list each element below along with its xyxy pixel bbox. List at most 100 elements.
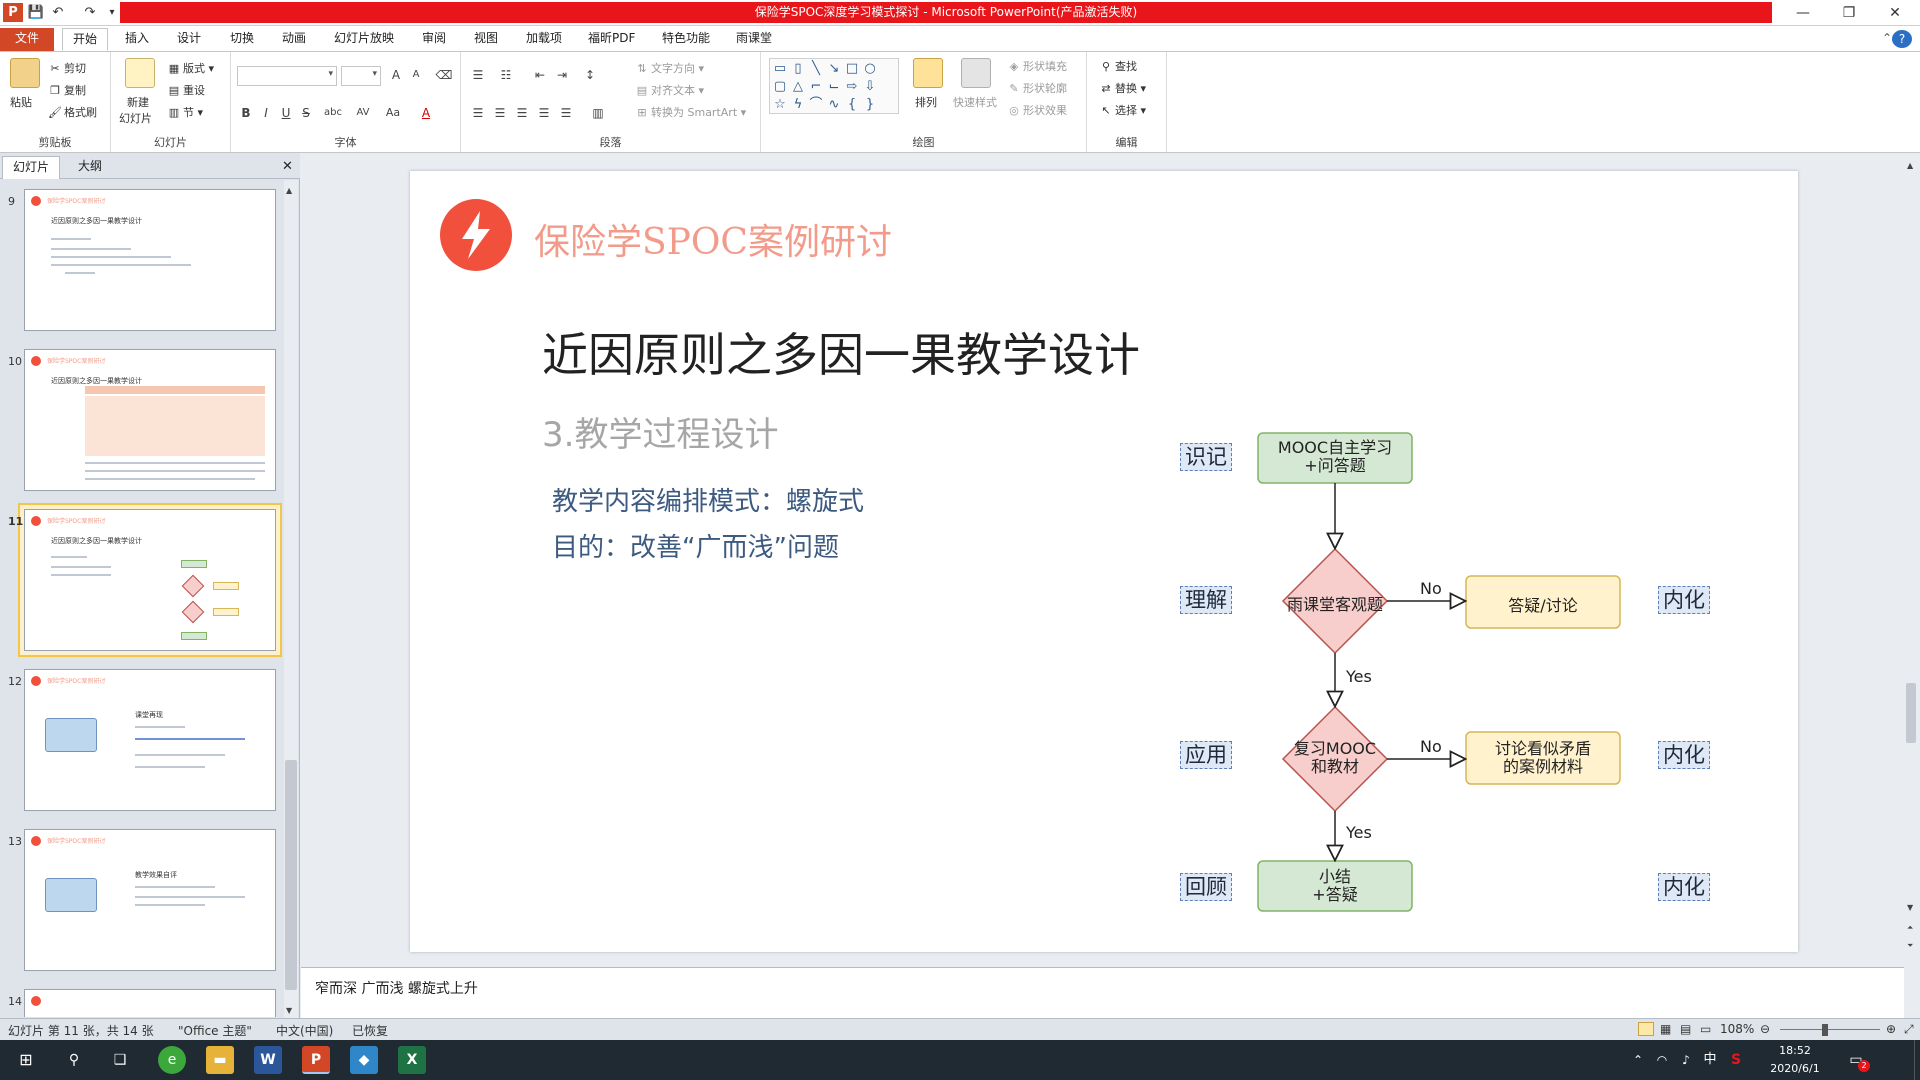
tab-home[interactable]: 开始 xyxy=(62,28,109,51)
task-view-icon[interactable]: ❑ xyxy=(106,1046,134,1074)
align-text-button[interactable]: ▤ 对齐文本 ▾ xyxy=(635,82,704,98)
numbering-icon[interactable]: ☷ xyxy=(497,66,515,84)
tab-slideshow[interactable]: 幻灯片放映 xyxy=(324,28,404,51)
app-icon[interactable]: ◆ xyxy=(350,1046,378,1074)
tab-rain-classroom[interactable]: 雨课堂 xyxy=(726,28,782,51)
find-button[interactable]: ⚲ 查找 xyxy=(1099,58,1137,74)
increase-indent-icon[interactable]: ⇥ xyxy=(553,66,571,84)
fit-slide-icon[interactable]: ⤢ xyxy=(1904,1022,1914,1037)
textbox-shape-icon[interactable]: ▭ xyxy=(772,61,788,77)
zoom-in-icon[interactable]: ⊕ xyxy=(1886,1022,1896,1036)
restore-button[interactable]: ❐ xyxy=(1826,0,1872,26)
align-left-icon[interactable]: ☰ xyxy=(469,104,487,122)
status-language[interactable]: 中文(中国) xyxy=(276,1022,333,1039)
line-shape-icon[interactable]: ╲ xyxy=(808,61,824,77)
notes-text[interactable]: 窄而深 广而浅 螺旋式上升 xyxy=(315,978,478,998)
strikethrough-button[interactable]: S xyxy=(297,104,315,122)
justify-icon[interactable]: ☰ xyxy=(535,104,553,122)
shadow-button[interactable]: abc xyxy=(321,104,345,122)
char-spacing-button[interactable]: AV xyxy=(351,104,375,122)
text-direction-button[interactable]: ⇅ 文字方向 ▾ xyxy=(635,60,704,76)
shape-effects-button[interactable]: ◎ 形状效果 xyxy=(1007,102,1067,118)
reset-button[interactable]: ▤ 重设 xyxy=(167,82,205,98)
pane-close-icon[interactable]: ✕ xyxy=(272,156,303,179)
align-right-icon[interactable]: ☰ xyxy=(513,104,531,122)
rounded-rect-shape-icon[interactable]: ▢ xyxy=(772,79,788,95)
scroll-up-icon[interactable]: ▲ xyxy=(286,186,292,195)
save-icon[interactable]: 💾 xyxy=(26,3,46,22)
reading-view-icon[interactable]: ▤ xyxy=(1680,1022,1691,1036)
vertical-textbox-shape-icon[interactable]: ▯ xyxy=(790,61,806,77)
help-icon[interactable]: ? xyxy=(1892,30,1912,48)
slide-thumbnail-10[interactable]: 保险学SPOC案例研讨 近因原则之多因一果教学设计 xyxy=(24,349,276,491)
right-arrow-shape-icon[interactable]: ⇨ xyxy=(844,79,860,95)
rectangle-shape-icon[interactable]: □ xyxy=(844,61,860,77)
bold-button[interactable]: B xyxy=(237,104,255,122)
change-case-button[interactable]: Aa xyxy=(381,104,405,122)
tab-transitions[interactable]: 切换 xyxy=(220,28,264,51)
clock-time[interactable]: 18:52 xyxy=(1760,1044,1830,1057)
italic-button[interactable]: I xyxy=(257,104,275,122)
clear-format-icon[interactable]: ⌫ xyxy=(435,66,453,84)
decrease-indent-icon[interactable]: ⇤ xyxy=(531,66,549,84)
underline-button[interactable]: U xyxy=(277,104,295,122)
tab-foxit-pdf[interactable]: 福昕PDF xyxy=(578,28,645,51)
oval-shape-icon[interactable]: ○ xyxy=(862,61,878,77)
tab-animations[interactable]: 动画 xyxy=(272,28,316,51)
tab-view[interactable]: 视图 xyxy=(464,28,508,51)
convert-smartart-button[interactable]: ⊞ 转换为 SmartArt ▾ xyxy=(635,104,746,120)
tab-file[interactable]: 文件 xyxy=(0,28,54,51)
sogou-ime-icon[interactable]: S xyxy=(1722,1046,1750,1074)
tab-addins[interactable]: 加载项 xyxy=(516,28,572,51)
paste-button[interactable]: 粘贴 xyxy=(10,94,32,110)
scroll-thumb[interactable] xyxy=(1906,683,1916,743)
shrink-font-button[interactable]: A xyxy=(407,66,425,84)
windows-start-icon[interactable]: ⊞ xyxy=(12,1046,40,1074)
elbow-arrow-shape-icon[interactable]: ⌙ xyxy=(826,79,842,95)
redo-icon[interactable]: ↷ xyxy=(80,3,100,22)
slide-thumbnail-14[interactable] xyxy=(24,989,276,1017)
columns-icon[interactable]: ▥ xyxy=(589,104,607,122)
scroll-up-icon[interactable]: ▲ xyxy=(1907,161,1913,170)
tab-slides[interactable]: 幻灯片 xyxy=(2,156,61,179)
file-explorer-icon[interactable]: ▬ xyxy=(206,1046,234,1074)
arrow-line-shape-icon[interactable]: ↘ xyxy=(826,61,842,77)
scroll-down-icon[interactable]: ▼ xyxy=(1907,903,1913,912)
scroll-thumb[interactable] xyxy=(285,760,297,990)
normal-view-icon[interactable] xyxy=(1638,1022,1654,1036)
select-button[interactable]: ↖ 选择 ▾ xyxy=(1099,102,1146,118)
format-painter-button[interactable]: 🖌 格式刷 xyxy=(48,104,97,120)
cut-button[interactable]: ✂ 剪切 xyxy=(48,60,86,76)
clock-date[interactable]: 2020/6/1 xyxy=(1760,1062,1830,1075)
tab-outline[interactable]: 大纲 xyxy=(68,156,112,179)
powerpoint-icon[interactable]: P xyxy=(302,1046,330,1074)
elbow-connector-shape-icon[interactable]: ⌐ xyxy=(808,79,824,95)
previous-slide-icon[interactable]: ⏶ xyxy=(1907,923,1913,933)
show-desktop-button[interactable] xyxy=(1914,1040,1920,1080)
tab-features[interactable]: 特色功能 xyxy=(652,28,720,51)
align-center-icon[interactable]: ☰ xyxy=(491,104,509,122)
font-name-combo[interactable] xyxy=(237,66,337,86)
line-spacing-icon[interactable]: ↕ xyxy=(581,66,599,84)
tab-design[interactable]: 设计 xyxy=(167,28,211,51)
down-arrow-shape-icon[interactable]: ⇩ xyxy=(862,79,878,95)
shape-outline-button[interactable]: ✎ 形状轮廓 xyxy=(1007,80,1067,96)
browser-icon[interactable]: e xyxy=(158,1046,186,1074)
notes-pane[interactable]: 窄而深 广而浅 螺旋式上升 xyxy=(301,967,1904,1018)
ime-indicator[interactable]: 中 xyxy=(1696,1046,1724,1074)
curve-shape-icon[interactable]: ∿ xyxy=(826,97,842,113)
zoom-slider[interactable] xyxy=(1780,1029,1880,1030)
slide-thumbnail-13[interactable]: 保险学SPOC案例研讨 教学效果自评 xyxy=(24,829,276,971)
undo-icon[interactable]: ↶ xyxy=(48,3,68,22)
scroll-down-icon[interactable]: ▼ xyxy=(286,1006,292,1015)
tab-review[interactable]: 审阅 xyxy=(412,28,456,51)
slide-vertical-scrollbar[interactable]: ▲ ▼ ⏶ ⏷ xyxy=(1904,153,1918,965)
slides-pane-scrollbar[interactable]: ▲ ▼ xyxy=(284,180,298,1018)
status-theme[interactable]: "Office 主题" xyxy=(178,1022,252,1039)
zoom-level[interactable]: 108% xyxy=(1720,1022,1754,1036)
slide-canvas[interactable]: 保险学SPOC案例研讨 近因原则之多因一果教学设计 3.教学过程设计 教学内容编… xyxy=(410,171,1798,952)
copy-button[interactable]: ❐ 复制 xyxy=(48,82,86,98)
zoom-out-icon[interactable]: ⊖ xyxy=(1760,1022,1770,1036)
slide-sorter-icon[interactable]: ▦ xyxy=(1660,1022,1671,1036)
star-shape-icon[interactable]: ☆ xyxy=(772,97,788,113)
